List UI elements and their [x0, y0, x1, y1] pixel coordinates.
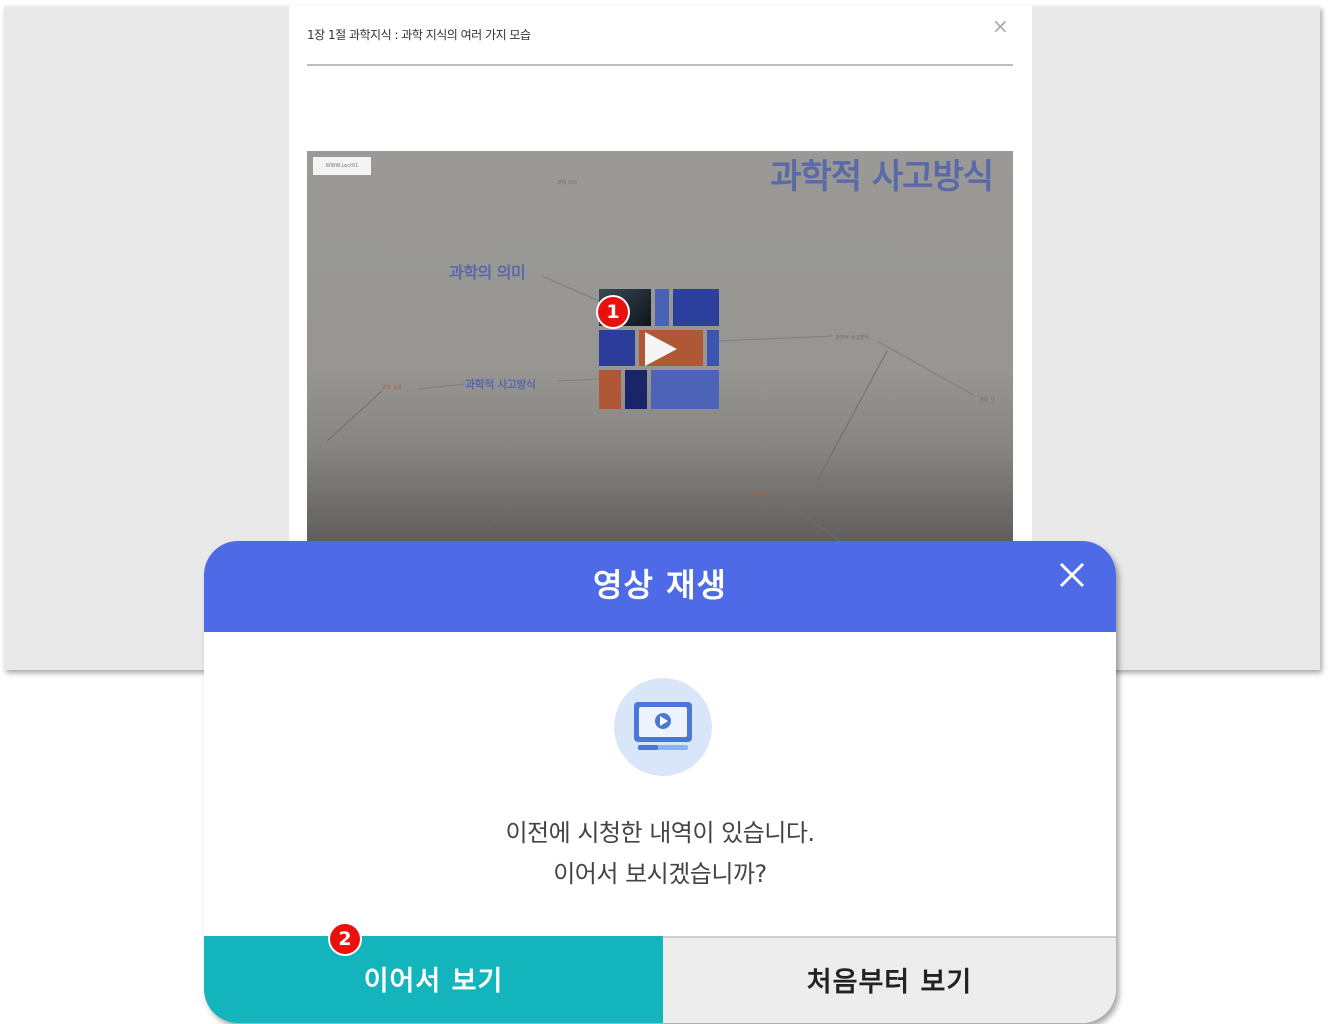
lecture-title: 1장 1절 과학지식 : 과학 지식의 여러 가지 모습 — [307, 28, 531, 42]
video-player-graphic — [634, 702, 692, 750]
dialog-message-line1: 이전에 시청한 내역이 있습니다. — [505, 819, 815, 847]
thumb-tile — [673, 289, 719, 326]
lecture-close-button[interactable]: × — [992, 14, 1009, 38]
thumb-tile — [599, 370, 621, 409]
video-player-icon — [614, 678, 712, 776]
thumb-tile — [599, 330, 635, 366]
thumb-tile — [655, 289, 669, 326]
step-marker-2: 2 — [330, 924, 360, 954]
thumb-tile — [625, 370, 647, 409]
close-icon — [1059, 562, 1085, 588]
title-divider — [307, 64, 1013, 66]
dialog-message-line2: 이어서 보시겠습니까? — [553, 860, 767, 888]
thumb-tile — [707, 330, 719, 366]
play-icon — [645, 332, 677, 366]
thumb-tile — [651, 370, 719, 409]
step-marker-1: 1 — [598, 297, 628, 327]
video-player[interactable]: WWW.Lect01 과학적 사고방식 과학의 의미 과학적 사고방식 과학 의… — [307, 151, 1013, 546]
dialog-header: 영상 재생 — [204, 541, 1116, 632]
dialog-close-button[interactable] — [1052, 555, 1092, 595]
watch-from-start-button[interactable]: 처음부터 보기 — [663, 936, 1116, 1023]
continue-watching-button[interactable]: 이어서 보기 — [204, 936, 663, 1023]
dialog-title: 영상 재생 — [593, 566, 727, 604]
